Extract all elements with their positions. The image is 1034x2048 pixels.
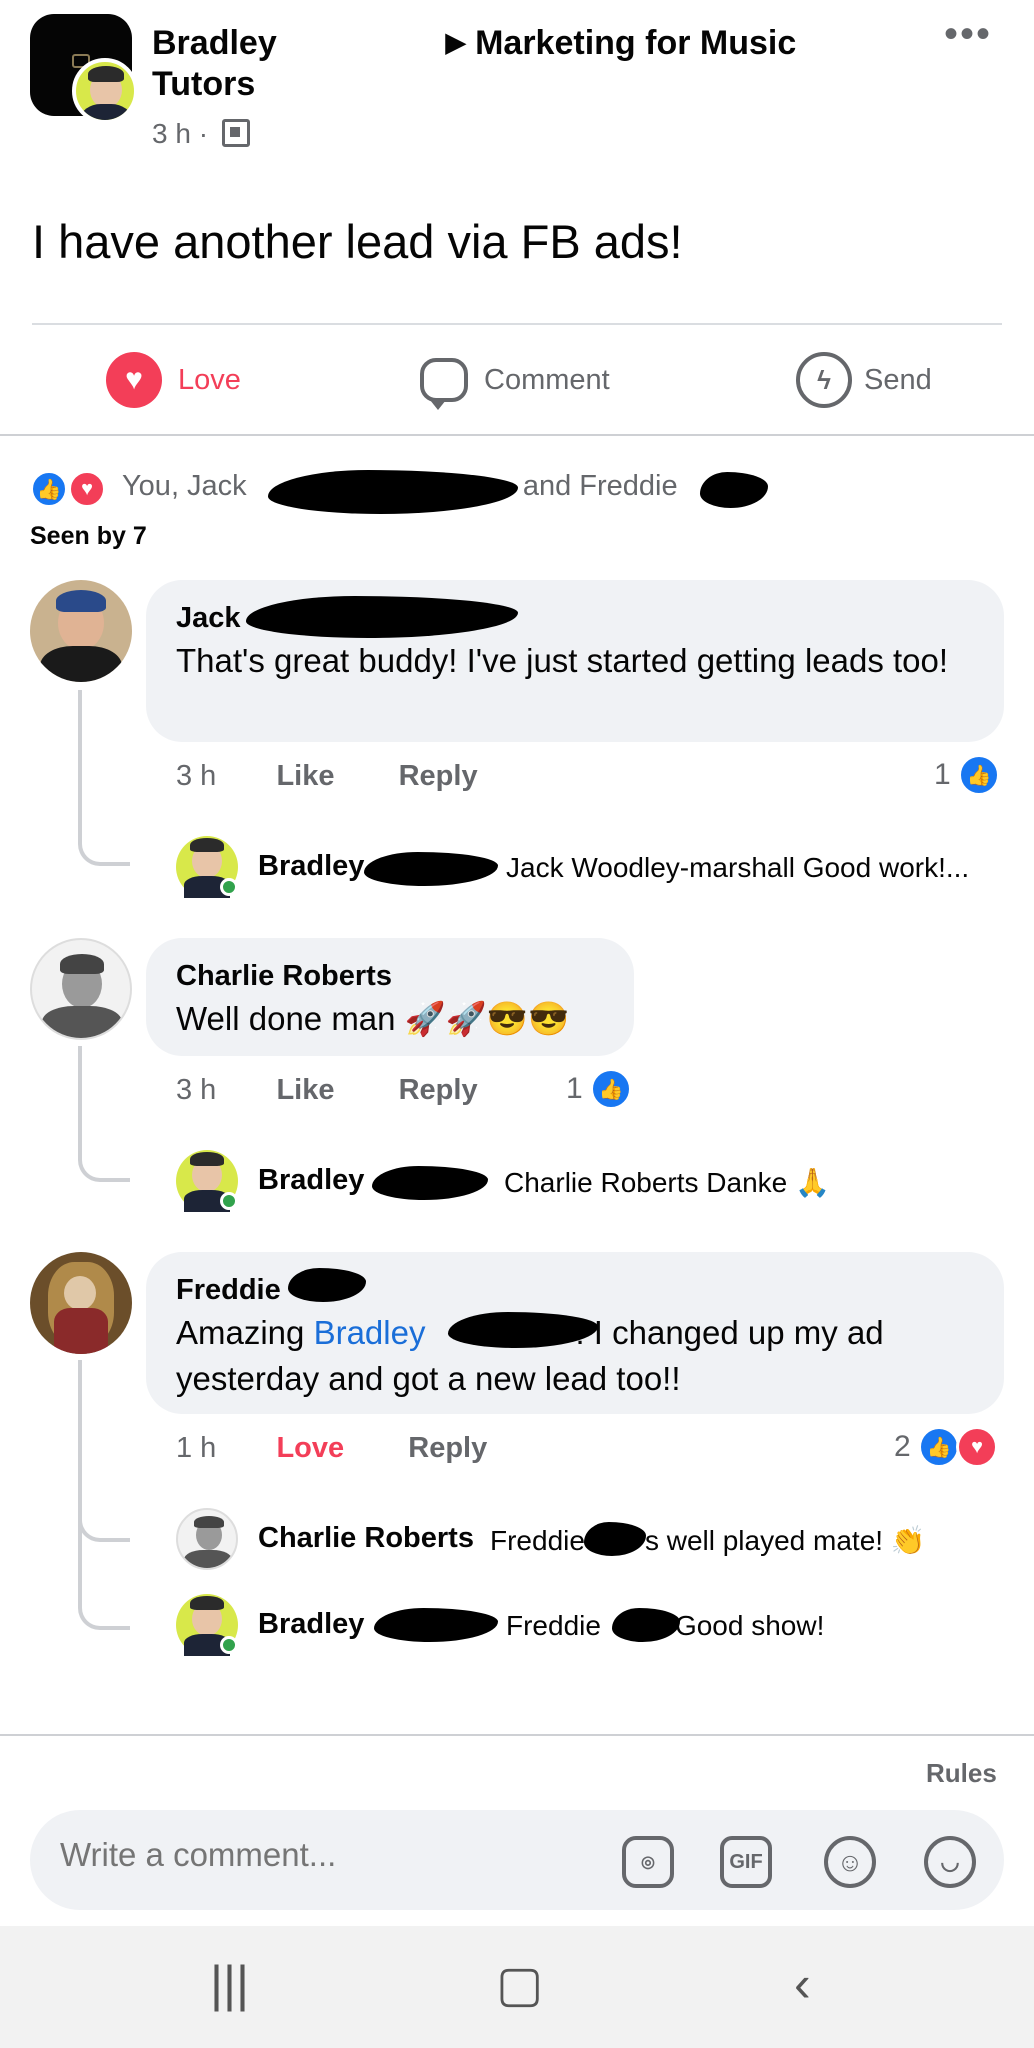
post-author-line-2: Tutors	[152, 65, 256, 103]
avatar[interactable]	[176, 1594, 238, 1656]
redaction	[374, 1608, 498, 1642]
back-icon[interactable]: ‹	[794, 1954, 811, 2014]
reply-preview[interactable]: Freddie s well played mate! 👏	[490, 1524, 926, 1557]
heart-icon: ♥	[106, 352, 162, 408]
arrow-right-icon: ▶	[445, 27, 466, 57]
love-reaction-button[interactable]: Love	[276, 1432, 344, 1464]
love-label: Love	[178, 363, 241, 396]
redaction	[372, 1166, 488, 1200]
send-label: Send	[864, 363, 932, 396]
reply-button[interactable]: Reply	[399, 760, 478, 792]
thread-line	[78, 1046, 130, 1182]
love-button[interactable]: ♥ Love	[106, 352, 241, 408]
reply-preview[interactable]: Jack Woodley-marshall Good work!...	[506, 852, 969, 884]
comment-time[interactable]: 3 h	[176, 1074, 216, 1106]
online-indicator	[220, 1192, 238, 1210]
like-reaction-icon: 👍	[30, 470, 68, 508]
comment-text: That's great buddy! I've just started ge…	[176, 642, 949, 679]
reply-author[interactable]: Bradley	[258, 1608, 364, 1641]
post-text: I have another lead via FB ads!	[32, 215, 683, 268]
comment-time[interactable]: 3 h	[176, 760, 216, 792]
comment-input[interactable]	[60, 1836, 620, 1874]
love-reaction-icon: ♥	[68, 470, 106, 508]
redaction	[700, 472, 768, 508]
comment-time[interactable]: 1 h	[176, 1432, 216, 1464]
avatar[interactable]	[30, 938, 132, 1040]
comment-author[interactable]: Jack	[176, 598, 241, 638]
reply-author[interactable]: Bradley	[258, 1164, 364, 1197]
home-icon[interactable]: ▢	[496, 1954, 543, 2014]
reply-button[interactable]: Reply	[399, 1074, 478, 1106]
android-nav-bar: ||| ▢ ‹	[0, 1926, 1034, 2048]
reply-author[interactable]: Charlie Roberts	[258, 1522, 474, 1555]
post-meta: 3 h ·	[152, 116, 250, 152]
like-button[interactable]: Like	[276, 760, 334, 792]
online-indicator	[220, 878, 238, 896]
reply-author[interactable]: Bradley	[258, 850, 364, 883]
reaction-count: 1	[566, 1072, 583, 1105]
reaction-count: 1	[934, 758, 951, 791]
comment-meta: 1 h Love Reply	[176, 1432, 487, 1465]
reactors-text: You, Jack	[122, 470, 247, 502]
group-name[interactable]: Marketing for Music	[475, 24, 796, 62]
divider	[32, 323, 1002, 325]
more-options-icon[interactable]: •••	[944, 14, 992, 54]
camera-icon[interactable]: ◎	[622, 1836, 674, 1888]
love-reaction-icon[interactable]: ♥	[956, 1426, 998, 1468]
comment-composer: ◎ GIF ☺ ◡	[30, 1810, 1004, 1910]
comment-button[interactable]: Comment	[420, 352, 610, 410]
online-indicator	[220, 1636, 238, 1654]
avatar[interactable]	[176, 836, 238, 898]
avatar[interactable]	[176, 1508, 238, 1570]
divider	[0, 434, 1034, 436]
reply-text-start: Freddie	[506, 1610, 601, 1641]
reply-button[interactable]: Reply	[408, 1432, 487, 1464]
like-button[interactable]: Like	[276, 1074, 334, 1106]
gif-button[interactable]: GIF	[720, 1836, 772, 1888]
post-time[interactable]: 3 h ·	[152, 118, 208, 149]
avatar[interactable]	[176, 1150, 238, 1212]
comment-bubble: Charlie Roberts Well done man 🚀🚀😎😎	[146, 938, 634, 1056]
like-reaction-icon[interactable]: 👍	[590, 1068, 632, 1110]
thread-line	[78, 690, 130, 866]
mention-link[interactable]: Bradley	[314, 1314, 426, 1351]
thread-line	[78, 1360, 130, 1542]
comment-label: Comment	[484, 363, 610, 396]
post-author-line: Bradley ▶ Marketing for Music	[152, 20, 796, 65]
recent-apps-icon[interactable]: |||	[210, 1954, 249, 2014]
reactors-text-2: and Freddie	[522, 470, 678, 502]
emoji-icon[interactable]: ☺	[824, 1836, 876, 1888]
like-reaction-icon[interactable]: 👍	[918, 1426, 960, 1468]
rules-link[interactable]: Rules	[926, 1758, 997, 1789]
comment-meta: 3 h Like Reply	[176, 760, 478, 793]
thread-line	[78, 1520, 130, 1630]
sticker-icon[interactable]: ◡	[924, 1836, 976, 1888]
reply-preview[interactable]: Charlie Roberts Danke 🙏	[504, 1166, 830, 1199]
reply-text-end: Good show!	[674, 1610, 825, 1641]
messenger-icon: ϟ	[796, 352, 852, 408]
reply-text-start: Freddie	[490, 1525, 585, 1556]
send-button[interactable]: ϟ Send	[796, 352, 932, 408]
divider	[0, 1734, 1034, 1736]
comment-author[interactable]: Charlie Roberts	[176, 956, 392, 996]
redaction	[364, 852, 498, 886]
comment-text-start: Amazing	[176, 1314, 305, 1351]
reply-text-end: s well played mate! 👏	[644, 1525, 926, 1556]
comment-icon	[420, 358, 468, 410]
redaction	[268, 470, 518, 514]
comment-text: Well done man 🚀🚀😎😎	[176, 1000, 570, 1037]
reaction-count: 2	[894, 1430, 911, 1463]
avatar[interactable]	[30, 1252, 132, 1354]
avatar[interactable]	[30, 580, 132, 682]
poster-avatar[interactable]	[72, 58, 138, 124]
group-privacy-icon	[221, 119, 250, 147]
comment-meta: 3 h Like Reply	[176, 1074, 478, 1107]
post-author-name[interactable]: Bradley	[152, 24, 277, 62]
like-reaction-icon[interactable]: 👍	[958, 754, 1000, 796]
comment-author[interactable]: Freddie	[176, 1270, 281, 1310]
seen-by[interactable]: Seen by 7	[30, 522, 147, 551]
reply-author-name: Charlie Roberts	[258, 1522, 474, 1554]
